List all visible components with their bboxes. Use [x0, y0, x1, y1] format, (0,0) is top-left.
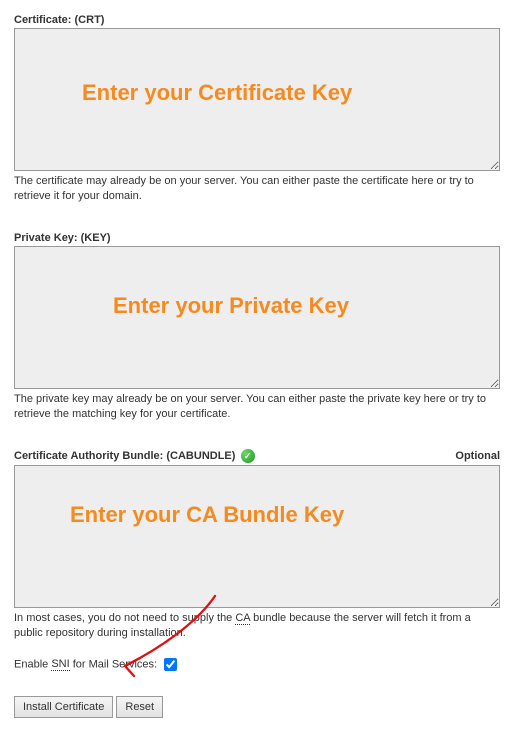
cabundle-label: Certificate Authority Bundle: (CABUNDLE) [14, 450, 235, 462]
install-certificate-button[interactable]: Install Certificate [14, 696, 113, 718]
check-ok-icon: ✓ [241, 449, 255, 463]
private-key-label: Private Key: (KEY) [14, 232, 500, 244]
cabundle-help: In most cases, you do not need to supply… [14, 611, 500, 641]
cabundle-input[interactable] [14, 465, 500, 608]
button-row: Install Certificate Reset [14, 696, 500, 718]
private-key-input[interactable] [14, 246, 500, 389]
certificate-label: Certificate: (CRT) [14, 14, 500, 26]
reset-button[interactable]: Reset [116, 696, 163, 718]
certificate-help: The certificate may already be on your s… [14, 174, 500, 204]
private-key-help: The private key may already be on your s… [14, 392, 500, 422]
sni-row: Enable SNI for Mail Services: [14, 655, 500, 674]
certificate-input[interactable] [14, 28, 500, 171]
enable-sni-checkbox[interactable] [164, 658, 177, 671]
cabundle-label-row: Certificate Authority Bundle: (CABUNDLE)… [14, 449, 255, 463]
optional-label: Optional [455, 450, 500, 462]
